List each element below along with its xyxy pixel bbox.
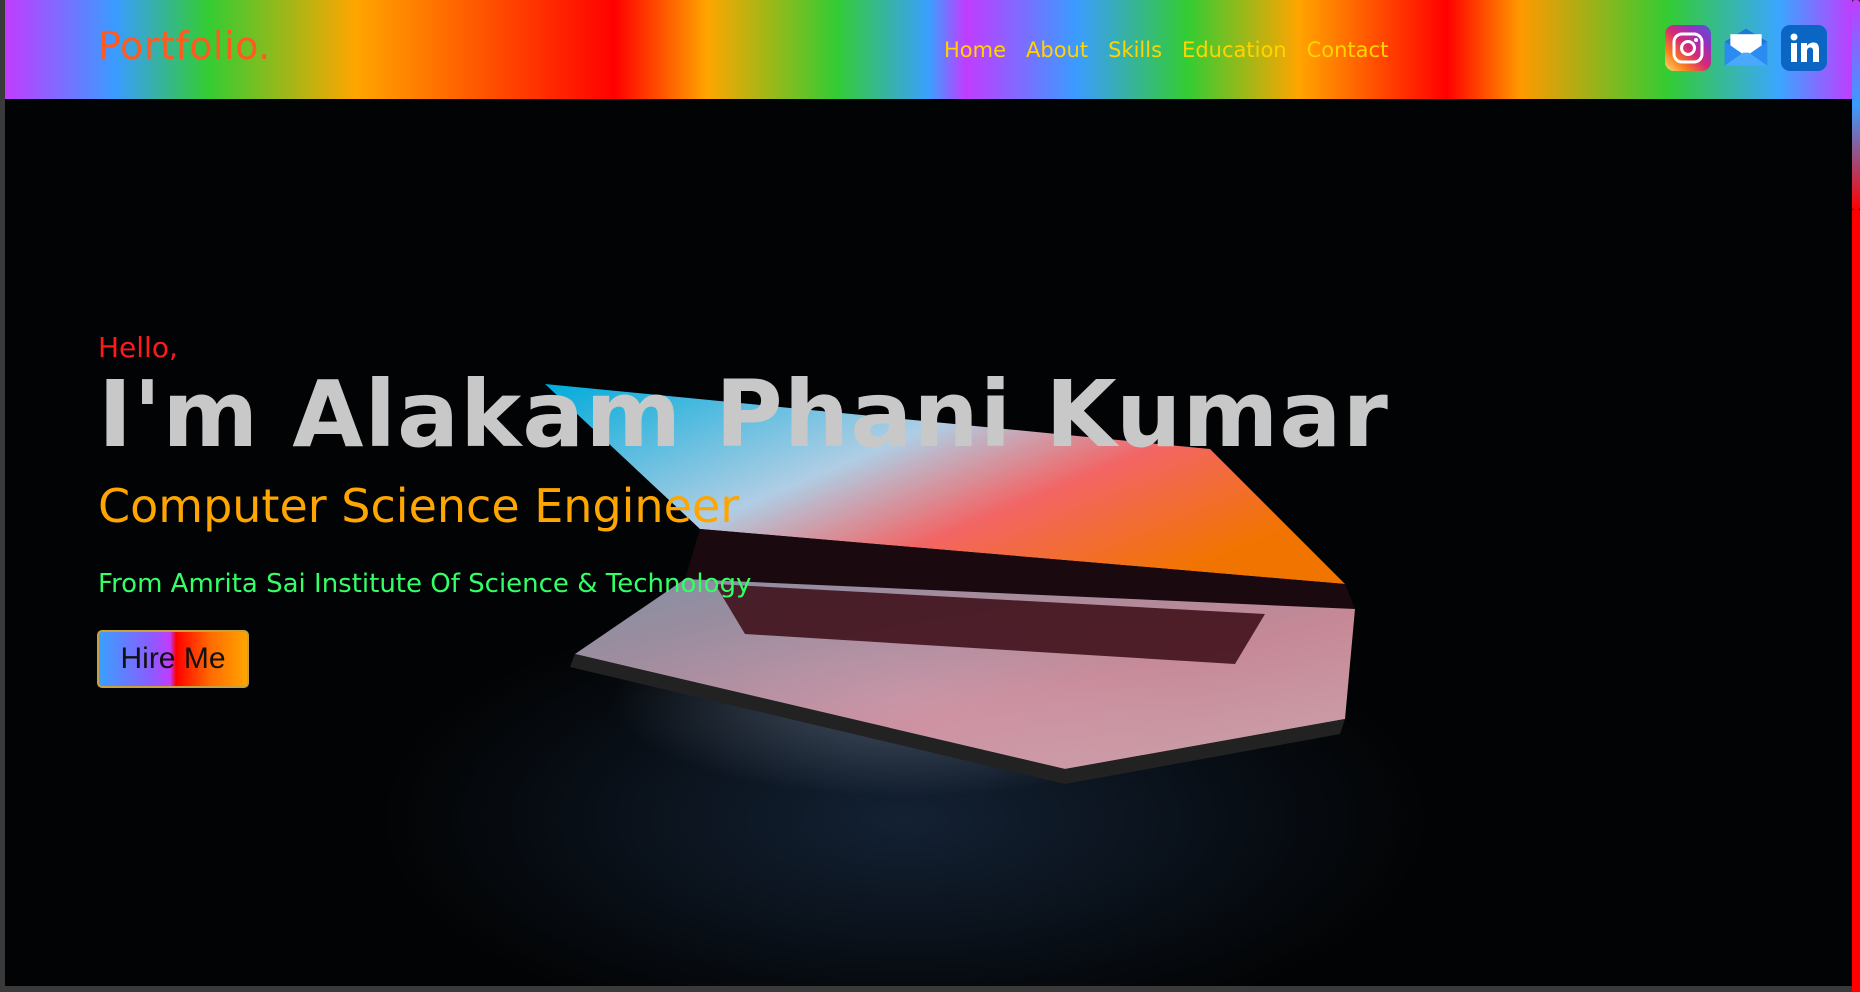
site-header: Portfolio. Home About Skills Education C… <box>5 0 1853 99</box>
mail-icon[interactable] <box>1723 25 1769 71</box>
page-scrollbar[interactable] <box>1852 0 1860 992</box>
hero-name-heading: I'm Alakam Phani Kumar <box>98 361 1389 468</box>
linkedin-icon[interactable] <box>1781 25 1827 71</box>
nav-link-contact[interactable]: Contact <box>1307 38 1389 62</box>
nav-link-education[interactable]: Education <box>1182 38 1287 62</box>
hero-role: Computer Science Engineer <box>98 479 740 533</box>
hero-school: From Amrita Sai Institute Of Science & T… <box>98 569 752 599</box>
scrollbar-thumb[interactable] <box>1852 0 1860 210</box>
greeting-text: Hello, <box>98 331 178 364</box>
hire-me-button[interactable]: Hire Me <box>97 630 249 688</box>
social-links <box>1665 25 1827 71</box>
site-logo[interactable]: Portfolio. <box>98 24 271 68</box>
scrollbar-track[interactable] <box>1852 210 1860 992</box>
hero-section: Hello, I'm Alakam Phani Kumar Computer S… <box>5 99 1853 986</box>
nav-link-about[interactable]: About <box>1026 38 1088 62</box>
browser-viewport: Portfolio. Home About Skills Education C… <box>5 0 1853 986</box>
nav-link-home[interactable]: Home <box>944 38 1006 62</box>
instagram-icon[interactable] <box>1665 25 1711 71</box>
nav-link-skills[interactable]: Skills <box>1108 38 1162 62</box>
laptop-background-image <box>545 384 1355 784</box>
main-nav: Home About Skills Education Contact <box>944 38 1388 62</box>
